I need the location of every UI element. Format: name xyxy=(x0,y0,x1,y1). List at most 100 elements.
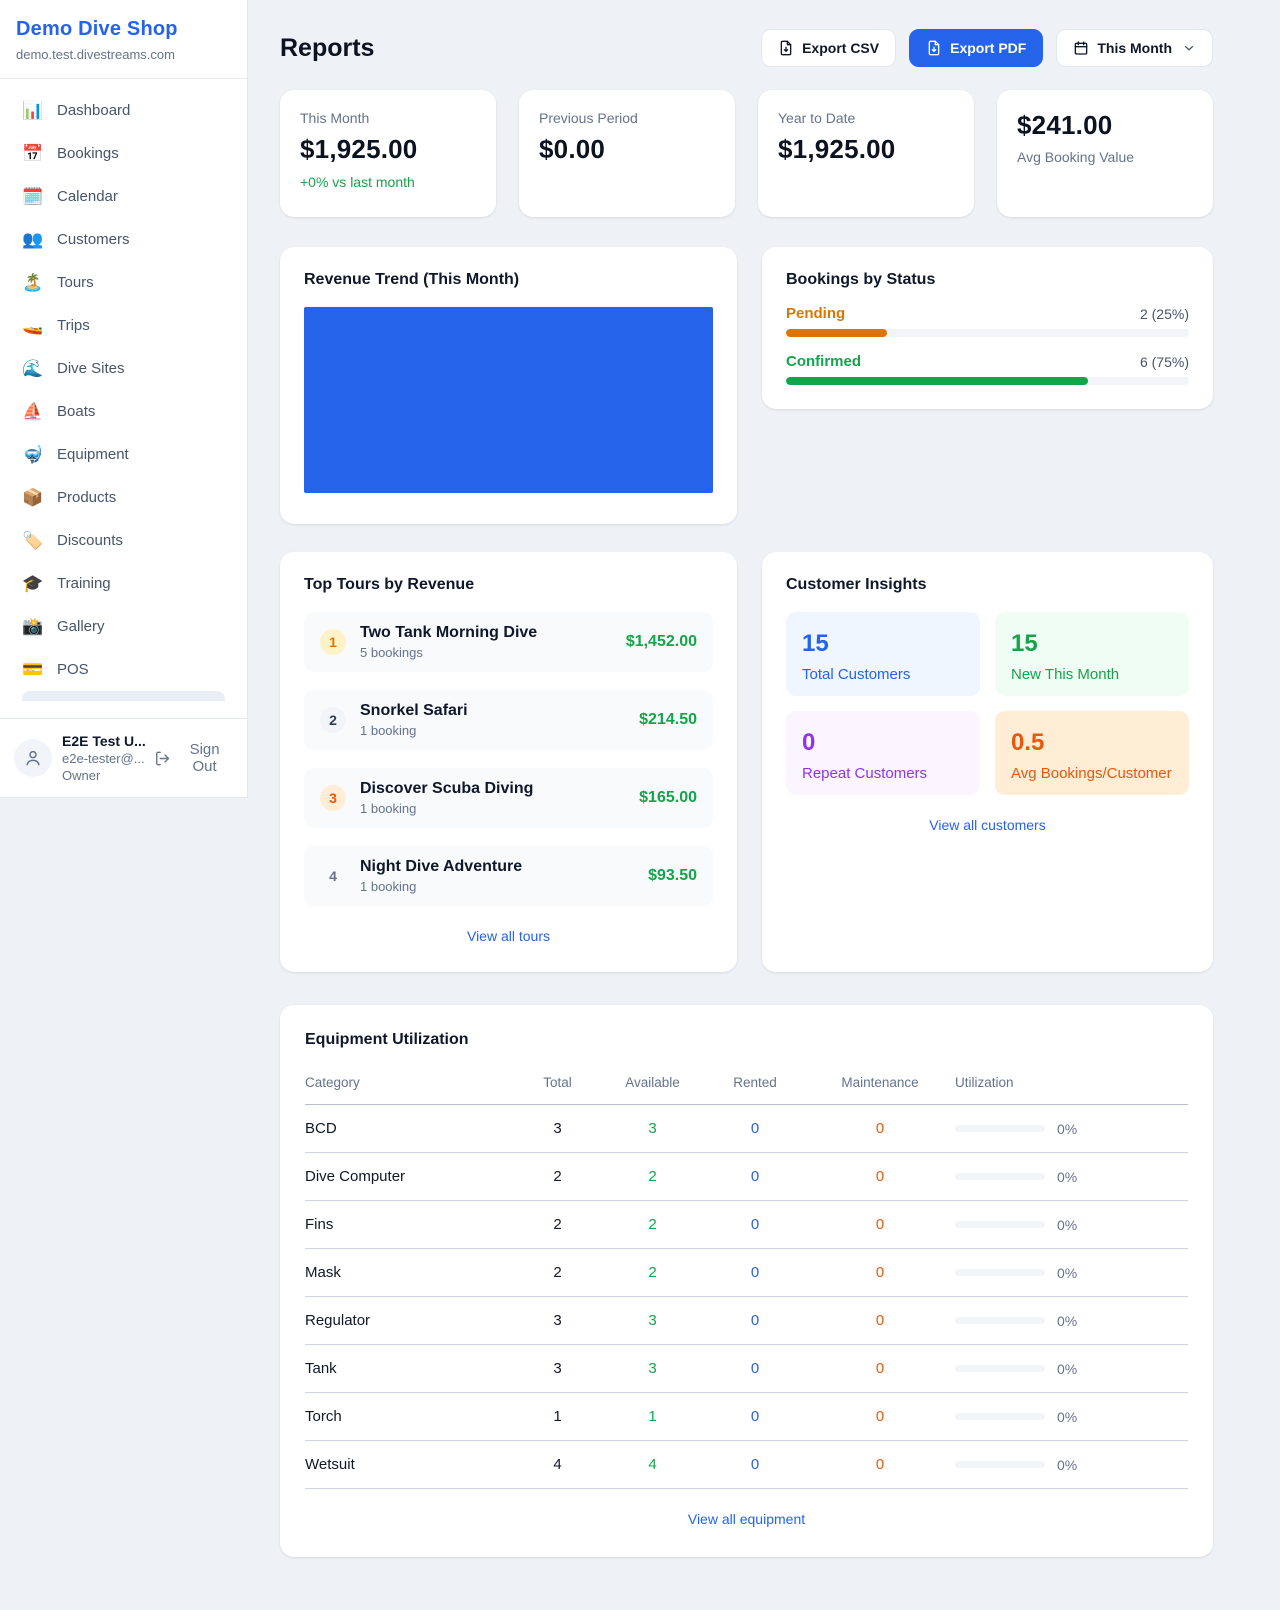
equipment-available: 3 xyxy=(600,1360,705,1377)
tile-label: New This Month xyxy=(1011,666,1173,683)
sidebar-item-label: Dashboard xyxy=(57,102,130,119)
customers-icon: 👥 xyxy=(22,230,44,250)
tile-new-this-month: 15 New This Month xyxy=(995,612,1189,696)
tour-row[interactable]: 3 Discover Scuba Diving1 booking $165.00 xyxy=(304,768,713,828)
rank-badge: 3 xyxy=(320,785,346,811)
table-row: Torch 1 1 0 0 0% xyxy=(305,1393,1188,1441)
equipment-total: 2 xyxy=(515,1216,600,1233)
utilization-percent: 0% xyxy=(1057,1265,1077,1281)
utilization-percent: 0% xyxy=(1057,1361,1077,1377)
table-row: BCD 3 3 0 0 0% xyxy=(305,1105,1188,1153)
tile-label: Total Customers xyxy=(802,666,964,683)
tour-name: Discover Scuba Diving xyxy=(360,780,533,798)
bookings-calendar-icon: 📅 xyxy=(22,144,44,164)
sidebar-item-label: Equipment xyxy=(57,446,129,463)
equipment-total: 4 xyxy=(515,1456,600,1473)
sidebar-item-trips[interactable]: 🚤 Trips xyxy=(12,304,235,347)
equipment-available: 1 xyxy=(600,1408,705,1425)
status-bar-fill xyxy=(786,377,1088,385)
equipment-available: 3 xyxy=(600,1120,705,1137)
sidebar-item-dashboard[interactable]: 📊Dashboard xyxy=(12,89,235,132)
utilization-percent: 0% xyxy=(1057,1217,1077,1233)
sidebar-item-bookings[interactable]: 📅Bookings xyxy=(12,132,235,175)
sidebar-item-equipment[interactable]: 🤿Equipment xyxy=(12,433,235,476)
stat-card-avg-booking-value: $241.00 Avg Booking Value xyxy=(997,90,1213,217)
equipment-maintenance: 0 xyxy=(805,1168,955,1185)
period-dropdown[interactable]: This Month xyxy=(1056,29,1213,67)
sidebar-item-pos[interactable]: 💳POS xyxy=(12,648,235,691)
main-content: Reports Export CSV Export PDF This Month xyxy=(248,0,1280,1557)
package-icon: 📦 xyxy=(22,488,44,508)
col-utilization: Utilization xyxy=(955,1075,1188,1090)
sidebar-item-reports-partial[interactable] xyxy=(22,691,225,701)
sidebar-item-label: Customers xyxy=(57,231,130,248)
sidebar-item-label: Trips xyxy=(57,317,90,334)
sidebar-item-tours[interactable]: 🏝️Tours xyxy=(12,261,235,304)
status-bar-fill xyxy=(786,329,887,337)
sign-out-icon xyxy=(154,750,171,767)
brand-domain: demo.test.divestreams.com xyxy=(16,47,231,62)
view-all-tours-link[interactable]: View all tours xyxy=(304,928,713,944)
table-row: Dive Computer 2 2 0 0 0% xyxy=(305,1153,1188,1201)
equipment-category: BCD xyxy=(305,1120,515,1137)
utilization-bar-track xyxy=(955,1317,1045,1324)
wave-icon: 🌊 xyxy=(22,359,44,379)
equipment-available: 3 xyxy=(600,1312,705,1329)
sidebar-item-customers[interactable]: 👥 Customers xyxy=(12,218,235,261)
sidebar-item-calendar[interactable]: 🗓️Calendar xyxy=(12,175,235,218)
tile-repeat-customers: 0 Repeat Customers xyxy=(786,711,980,795)
col-total: Total xyxy=(515,1075,600,1090)
sidebar-item-label: Training xyxy=(57,575,111,592)
utilization-bar-track xyxy=(955,1173,1045,1180)
sidebar-item-dive-sites[interactable]: 🌊Dive Sites xyxy=(12,347,235,390)
tile-number: 15 xyxy=(1011,630,1173,658)
tour-name: Night Dive Adventure xyxy=(360,858,522,876)
sidebar-item-products[interactable]: 📦Products xyxy=(12,476,235,519)
status-row-pending: Pending 2 (25%) xyxy=(786,305,1189,337)
page-title: Reports xyxy=(280,34,374,63)
status-value: 2 (25%) xyxy=(1140,306,1189,322)
export-csv-button[interactable]: Export CSV xyxy=(761,29,896,67)
tile-number: 0.5 xyxy=(1011,729,1173,757)
equipment-total: 2 xyxy=(515,1264,600,1281)
equipment-maintenance: 0 xyxy=(805,1216,955,1233)
graduation-cap-icon: 🎓 xyxy=(22,574,44,594)
table-row: Regulator 3 3 0 0 0% xyxy=(305,1297,1188,1345)
stat-value: $1,925.00 xyxy=(300,134,476,165)
sidebar-item-discounts[interactable]: 🏷️Discounts xyxy=(12,519,235,562)
equipment-total: 3 xyxy=(515,1120,600,1137)
tour-row[interactable]: 2 Snorkel Safari1 booking $214.50 xyxy=(304,690,713,750)
export-pdf-button[interactable]: Export PDF xyxy=(909,29,1043,67)
tour-row[interactable]: 4 Night Dive Adventure1 booking $93.50 xyxy=(304,846,713,906)
equipment-maintenance: 0 xyxy=(805,1360,955,1377)
equipment-category: Regulator xyxy=(305,1312,515,1329)
col-available: Available xyxy=(600,1075,705,1090)
user-info: E2E Test U... e2e-tester@... Owner xyxy=(62,733,144,783)
sidebar-item-boats[interactable]: ⛵Boats xyxy=(12,390,235,433)
utilization-bar-track xyxy=(955,1125,1045,1132)
sign-out-button[interactable]: Sign Out xyxy=(154,741,233,775)
sidebar-item-gallery[interactable]: 📸Gallery xyxy=(12,605,235,648)
stats-row: This Month $1,925.00 +0% vs last month P… xyxy=(280,90,1213,217)
stat-card-year-to-date: Year to Date $1,925.00 xyxy=(758,90,974,217)
status-row-confirmed: Confirmed 6 (75%) xyxy=(786,353,1189,385)
bookings-by-status-title: Bookings by Status xyxy=(786,271,1189,289)
tile-label: Repeat Customers xyxy=(802,765,964,782)
stat-label: Year to Date xyxy=(778,110,954,126)
user-email: e2e-tester@... xyxy=(62,751,144,766)
tour-row[interactable]: 1 Two Tank Morning Dive5 bookings $1,452… xyxy=(304,612,713,672)
tile-avg-bookings: 0.5 Avg Bookings/Customer xyxy=(995,711,1189,795)
view-all-equipment-link[interactable]: View all equipment xyxy=(305,1511,1188,1527)
utilization-bar-track xyxy=(955,1413,1045,1420)
tour-amount: $165.00 xyxy=(639,789,697,807)
page-header: Reports Export CSV Export PDF This Month xyxy=(280,28,1213,68)
view-all-customers-link[interactable]: View all customers xyxy=(786,817,1189,833)
stat-value: $241.00 xyxy=(1017,110,1193,141)
export-pdf-label: Export PDF xyxy=(950,40,1026,56)
equipment-available: 2 xyxy=(600,1264,705,1281)
sidebar-item-training[interactable]: 🎓 Training xyxy=(12,562,235,605)
calendar-icon: 🗓️ xyxy=(22,187,44,207)
table-row: Fins 2 2 0 0 0% xyxy=(305,1201,1188,1249)
trips-boat-icon: 🚤 xyxy=(22,316,44,336)
user-name: E2E Test U... xyxy=(62,733,144,749)
